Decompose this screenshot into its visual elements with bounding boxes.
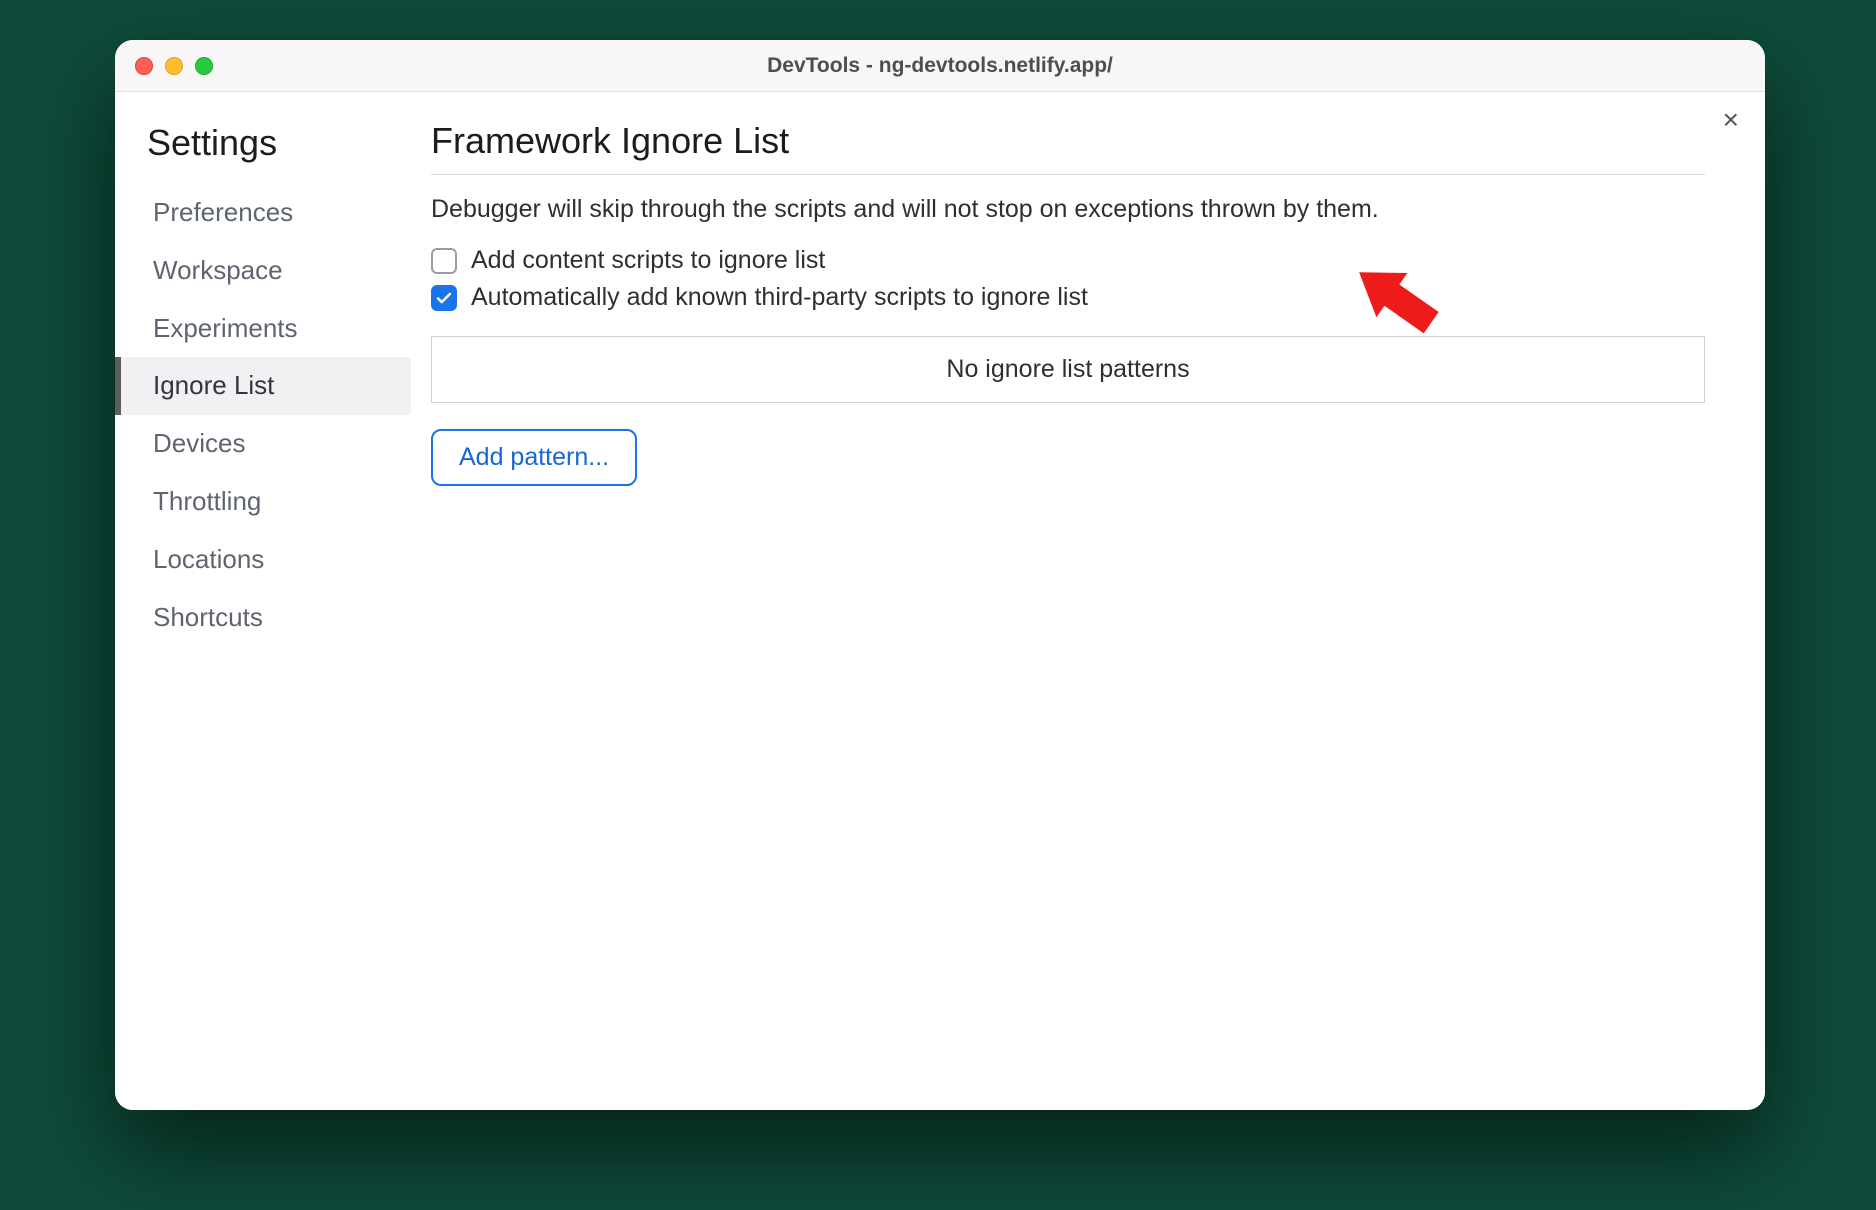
sidebar-item-label: Throttling bbox=[153, 486, 261, 516]
window-minimize-button[interactable] bbox=[165, 57, 183, 75]
checkbox-label: Automatically add known third-party scri… bbox=[471, 283, 1088, 312]
sidebar-item-throttling[interactable]: Throttling bbox=[115, 473, 411, 531]
sidebar-item-label: Ignore List bbox=[153, 370, 274, 400]
check-icon bbox=[435, 289, 453, 307]
sidebar-item-locations[interactable]: Locations bbox=[115, 531, 411, 589]
sidebar-item-label: Workspace bbox=[153, 255, 283, 285]
ignore-list-empty-box: No ignore list patterns bbox=[431, 336, 1705, 403]
sidebar-item-label: Preferences bbox=[153, 197, 293, 227]
sidebar-item-shortcuts[interactable]: Shortcuts bbox=[115, 589, 411, 647]
settings-sidebar: Settings Preferences Workspace Experimen… bbox=[115, 92, 411, 1110]
settings-main: Framework Ignore List Debugger will skip… bbox=[411, 92, 1765, 1110]
devtools-settings-window: DevTools - ng-devtools.netlify.app/ × Se… bbox=[115, 40, 1765, 1110]
sidebar-item-label: Experiments bbox=[153, 313, 298, 343]
page-subtitle: Debugger will skip through the scripts a… bbox=[431, 195, 1705, 224]
close-icon[interactable]: × bbox=[1723, 106, 1739, 134]
checkbox-row-content-scripts[interactable]: Add content scripts to ignore list bbox=[431, 246, 1705, 275]
traffic-lights bbox=[135, 57, 213, 75]
titlebar: DevTools - ng-devtools.netlify.app/ bbox=[115, 40, 1765, 92]
sidebar-item-preferences[interactable]: Preferences bbox=[115, 184, 411, 242]
sidebar-item-label: Locations bbox=[153, 544, 264, 574]
add-pattern-button[interactable]: Add pattern... bbox=[431, 429, 637, 486]
window-title: DevTools - ng-devtools.netlify.app/ bbox=[115, 54, 1765, 78]
page-title: Framework Ignore List bbox=[431, 120, 1705, 175]
add-pattern-label: Add pattern... bbox=[459, 443, 609, 471]
sidebar-item-label: Shortcuts bbox=[153, 602, 263, 632]
checkbox-icon[interactable] bbox=[431, 248, 457, 274]
sidebar-title: Settings bbox=[115, 116, 411, 184]
window-maximize-button[interactable] bbox=[195, 57, 213, 75]
sidebar-item-label: Devices bbox=[153, 428, 245, 458]
empty-patterns-text: No ignore list patterns bbox=[946, 355, 1189, 383]
checkbox-icon[interactable] bbox=[431, 285, 457, 311]
checkbox-row-auto-third-party[interactable]: Automatically add known third-party scri… bbox=[431, 283, 1705, 312]
sidebar-item-devices[interactable]: Devices bbox=[115, 415, 411, 473]
checkbox-label: Add content scripts to ignore list bbox=[471, 246, 825, 275]
sidebar-item-workspace[interactable]: Workspace bbox=[115, 242, 411, 300]
window-close-button[interactable] bbox=[135, 57, 153, 75]
sidebar-item-experiments[interactable]: Experiments bbox=[115, 300, 411, 358]
sidebar-item-ignore-list[interactable]: Ignore List bbox=[115, 357, 411, 415]
